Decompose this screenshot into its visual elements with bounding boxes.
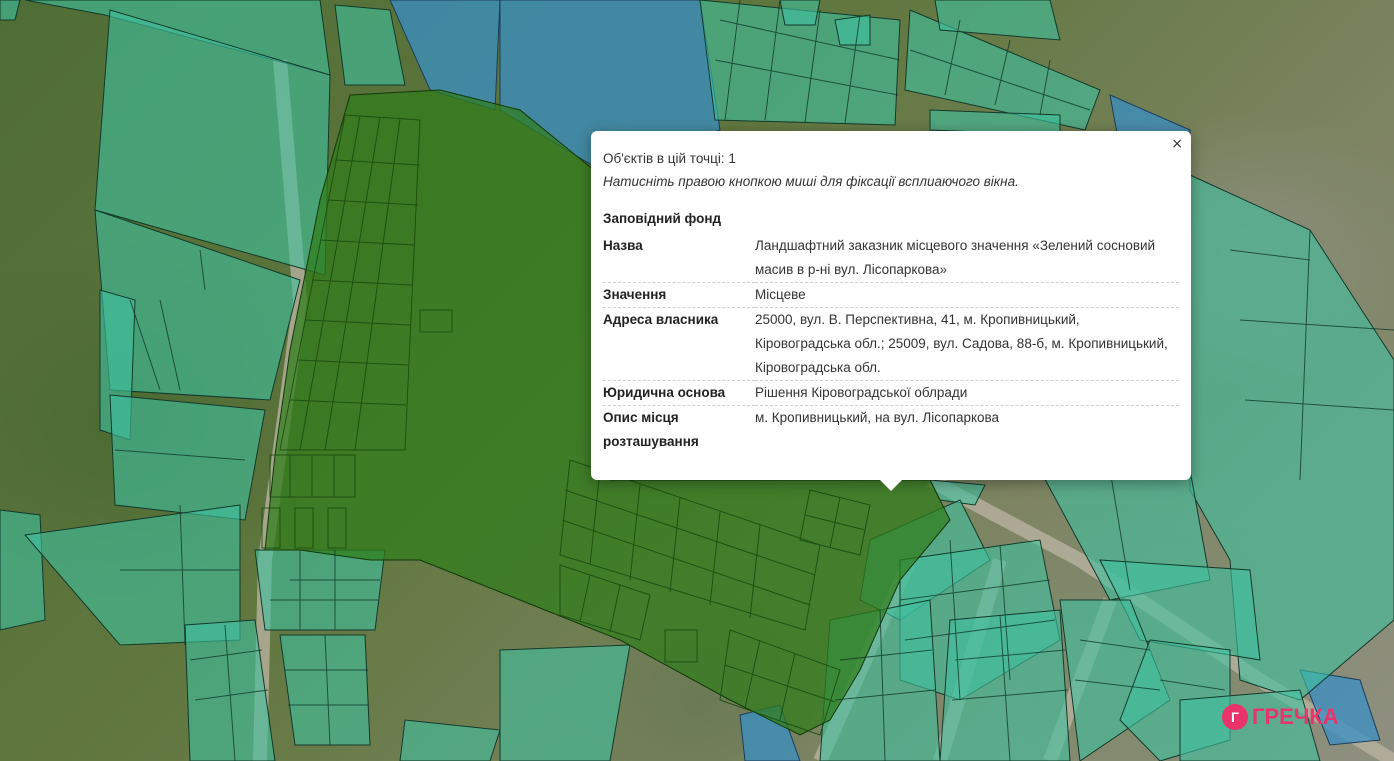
logo-icon: Г bbox=[1222, 704, 1248, 730]
table-row: Адреса власника 25000, вул. В. Перспекти… bbox=[603, 307, 1179, 381]
attr-key: Опис місця розташування bbox=[603, 410, 699, 449]
logo-text: ГРЕЧКА bbox=[1252, 704, 1339, 729]
attr-value: Місцеве bbox=[755, 282, 1179, 308]
attr-key: Значення bbox=[603, 282, 755, 308]
popup-tip bbox=[879, 479, 903, 491]
attr-value: м. Кропивницький, на вул. Лісопаркова bbox=[755, 410, 1000, 425]
section-title: Заповідний фонд bbox=[603, 211, 722, 226]
attr-key: Юридична основа bbox=[603, 380, 755, 406]
close-icon[interactable]: × bbox=[1171, 136, 1183, 152]
table-row: Опис місця розташування м. Кропивницький… bbox=[603, 406, 1179, 455]
attr-value: 25000, вул. В. Перспективна, 41, м. Кроп… bbox=[755, 307, 1179, 381]
table-row: Юридична основа Рішення Кіровоградської … bbox=[603, 380, 1179, 406]
attr-value: Рішення Кіровоградської облради bbox=[755, 380, 1179, 406]
attr-key: Адреса власника bbox=[603, 307, 755, 381]
info-popup[interactable]: × Об'єктів в цій точці: 1 Натисніть прав… bbox=[591, 131, 1191, 480]
attr-key: Назва bbox=[603, 234, 755, 283]
fix-popup-hint: Натисніть правою кнопкою миші для фіксац… bbox=[603, 174, 1019, 189]
objects-count: Об'єктів в цій точці: 1 bbox=[603, 151, 736, 166]
table-row: Назва Ландшафтний заказник місцевого зна… bbox=[603, 234, 1179, 283]
table-row: Значення Місцеве bbox=[603, 282, 1179, 308]
logo[interactable]: Г ГРЕЧКА bbox=[1222, 702, 1339, 732]
attributes-table: Назва Ландшафтний заказник місцевого зна… bbox=[603, 234, 1179, 454]
attr-value: Ландшафтний заказник місцевого значення … bbox=[755, 234, 1179, 283]
